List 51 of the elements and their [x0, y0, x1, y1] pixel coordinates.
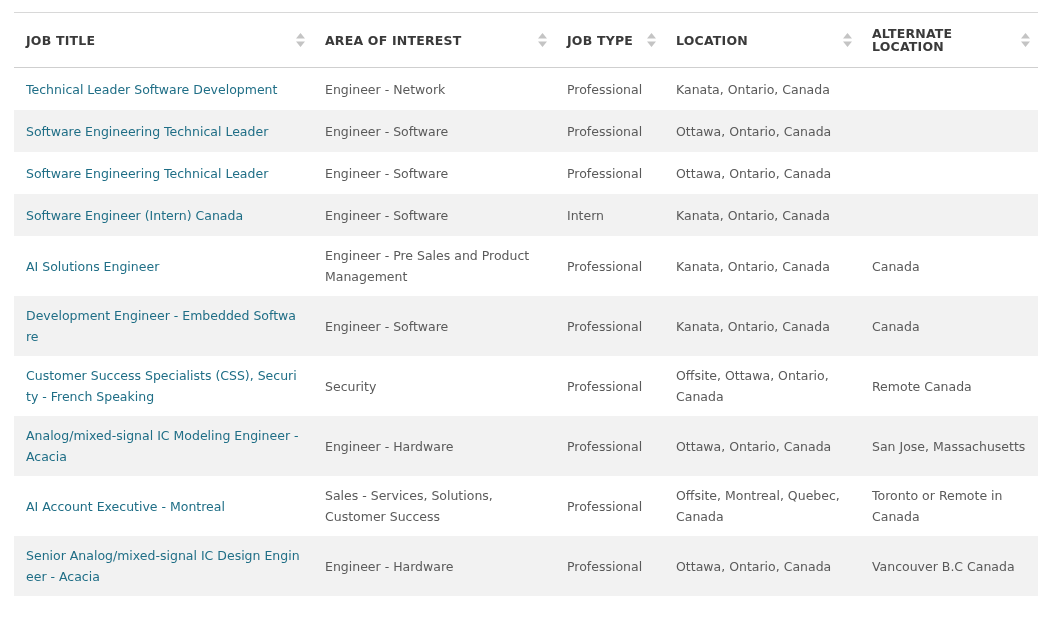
- column-header[interactable]: JOB TITLE: [14, 12, 313, 68]
- column-header[interactable]: ALTERNATE LOCATION: [860, 12, 1038, 68]
- column-header[interactable]: AREA OF INTEREST: [313, 12, 555, 68]
- table-cell-text: Canada: [872, 317, 920, 336]
- table-cell-text: Kanata, Ontario, Canada: [676, 206, 830, 225]
- sort-icon: [296, 32, 305, 48]
- table-cell-text: Sales - Services, Solutions, Customer Success: [325, 487, 494, 526]
- table-cell-text: Engineer - Software: [325, 317, 449, 336]
- table-cell-text: Engineer - Pre Sales and Product Management: [325, 247, 531, 286]
- table-cell-text: Professional: [567, 122, 643, 141]
- table-cell-text: Ottawa, Ontario, Canada: [676, 164, 832, 183]
- table-cell-text: Professional: [567, 164, 643, 183]
- table-cell-text: Professional: [567, 257, 643, 276]
- table-cell-text: Toronto or Remote in Canada: [872, 487, 1004, 526]
- table-cell-text: Ottawa, Ontario, Canada: [676, 437, 832, 456]
- table-cell-text: Professional: [567, 317, 643, 336]
- table-cell-text: Professional: [567, 80, 643, 99]
- sort-icon: [843, 32, 852, 48]
- table-cell-text: Engineer - Software: [325, 164, 449, 183]
- table-cell-text: Engineer - Network: [325, 80, 446, 99]
- table-cell-text: Professional: [567, 557, 643, 576]
- table-cell-text: Intern: [567, 206, 605, 225]
- job-title-link[interactable]: AI Solutions Engineer: [26, 255, 160, 277]
- table-cell-text: Vancouver B.C Canada: [872, 557, 1015, 576]
- table-cell-text: Offsite, Ottawa, Ontario, Canada: [676, 367, 830, 406]
- job-title-link[interactable]: AI Account Executive - Montreal: [26, 495, 225, 517]
- table-cell-text: Professional: [567, 497, 643, 516]
- table-cell-text: Engineer - Hardware: [325, 437, 454, 456]
- table-cell-text: San Jose, Massachusetts: [872, 437, 1026, 456]
- table-cell-text: Security: [325, 377, 377, 396]
- sort-icon: [647, 32, 656, 48]
- table-cell-text: Remote Canada: [872, 377, 972, 396]
- table-cell-text: Engineer - Software: [325, 206, 449, 225]
- table-cell-text: Ottawa, Ontario, Canada: [676, 557, 832, 576]
- table-cell-text: Kanata, Ontario, Canada: [676, 317, 830, 336]
- job-title-link[interactable]: Software Engineering Technical Leader: [26, 162, 269, 184]
- sort-icon: [538, 32, 547, 48]
- job-title-link[interactable]: Technical Leader Software Development: [26, 78, 278, 100]
- column-header[interactable]: LOCATION: [664, 12, 860, 68]
- table-cell-text: Kanata, Ontario, Canada: [676, 257, 830, 276]
- table-cell-text: Ottawa, Ontario, Canada: [676, 122, 832, 141]
- table-cell-text: Kanata, Ontario, Canada: [676, 80, 830, 99]
- table-cell-text: Offsite, Montreal, Quebec, Canada: [676, 487, 841, 526]
- table-cell-text: Engineer - Hardware: [325, 557, 454, 576]
- table-cell-text: Canada: [872, 257, 920, 276]
- job-title-link[interactable]: Customer Success Specialists (CSS), Security - French Speaking: [26, 365, 301, 407]
- table-cell-text: Engineer - Software: [325, 122, 449, 141]
- column-header[interactable]: JOB TYPE: [555, 12, 664, 68]
- table-cell-text: Professional: [567, 377, 643, 396]
- table-cell-text: Professional: [567, 437, 643, 456]
- sort-icon: [1021, 32, 1030, 48]
